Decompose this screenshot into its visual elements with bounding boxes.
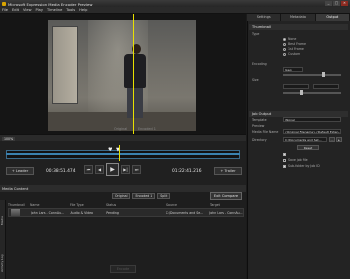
checkbox-icon bbox=[283, 152, 286, 156]
tab-output[interactable]: Output bbox=[315, 14, 350, 21]
radio-icon bbox=[283, 37, 286, 41]
menu-file[interactable]: File bbox=[2, 8, 8, 12]
zoom-dropdown[interactable]: 100% bbox=[2, 136, 16, 141]
minimize-button[interactable]: _ bbox=[325, 1, 332, 6]
exit-compare-button[interactable]: Exit Compare bbox=[210, 192, 242, 200]
radio-first-frame[interactable]: 1st Frame bbox=[283, 47, 304, 51]
label-original: Original bbox=[114, 127, 128, 131]
radio-icon bbox=[283, 42, 286, 46]
compare-right-dropdown[interactable]: Encoded 1 bbox=[132, 193, 156, 199]
menu-help[interactable]: Help bbox=[79, 8, 87, 12]
video-frame[interactable] bbox=[48, 20, 196, 131]
menu-timeline[interactable]: Timeline bbox=[47, 8, 62, 12]
filename-label: Media File Name bbox=[252, 130, 279, 134]
open-folder-icon[interactable]: ▸ bbox=[336, 137, 342, 142]
menu-tools[interactable]: Tools bbox=[66, 8, 75, 12]
media-content-header bbox=[0, 185, 246, 192]
step-back-button[interactable]: ◀ bbox=[95, 165, 104, 174]
window-controls: _ □ ✕ bbox=[325, 1, 348, 6]
preview-label: Preview bbox=[252, 124, 265, 128]
menu-edit[interactable]: Edit bbox=[12, 8, 19, 12]
timeline-panel bbox=[0, 141, 246, 185]
timeline-range bbox=[6, 153, 240, 155]
menu-play[interactable]: Play bbox=[36, 8, 44, 12]
radio-none[interactable]: None bbox=[283, 37, 296, 41]
thumbnail-section-header[interactable]: Thumbnail bbox=[249, 24, 348, 30]
step-forward-button[interactable]: ▶| bbox=[121, 165, 130, 174]
size-label: Size bbox=[252, 78, 259, 82]
play-button[interactable]: ▶ bbox=[106, 163, 119, 176]
playhead[interactable] bbox=[119, 145, 120, 161]
tab-media[interactable]: Media bbox=[0, 210, 6, 230]
app-icon bbox=[2, 1, 6, 6]
skip-start-button[interactable]: ⏮ bbox=[84, 165, 93, 174]
radio-icon bbox=[283, 47, 286, 51]
encode-button[interactable]: Encode bbox=[110, 265, 136, 273]
checkbox-icon bbox=[283, 158, 286, 162]
radio-icon bbox=[283, 52, 286, 56]
size-width-field[interactable] bbox=[283, 84, 309, 89]
size-slider[interactable] bbox=[283, 92, 341, 94]
row-target: John Lars - ConnAu... bbox=[209, 210, 243, 215]
row-source: C:\Documents and Se... bbox=[165, 210, 204, 215]
save-job-checkbox[interactable] bbox=[283, 152, 288, 156]
tab-activity-log[interactable]: Activity Log bbox=[0, 250, 6, 276]
media-content-title: Media Content bbox=[2, 186, 29, 191]
radio-best-frame[interactable]: Best Frame bbox=[283, 42, 306, 46]
encoding-dropdown[interactable]: Jpeg bbox=[283, 67, 303, 72]
row-status: Pending bbox=[106, 210, 119, 215]
title-bar: Microsoft Expression Media Encoder Previ… bbox=[0, 0, 350, 7]
browse-button[interactable]: … bbox=[329, 137, 335, 142]
maximize-button[interactable]: □ bbox=[333, 1, 340, 6]
directory-field[interactable]: C:\Documents and Set... bbox=[283, 137, 327, 142]
window-title: Microsoft Expression Media Encoder Previ… bbox=[8, 1, 93, 7]
add-trailer-button[interactable]: + Trailer bbox=[214, 167, 242, 175]
transport-controls: ⏮ ◀ ▶ ▶| ⏭ bbox=[84, 163, 141, 176]
row-name: John Lars - ConnAu... bbox=[30, 210, 65, 215]
save-job-file-option[interactable]: Save job file bbox=[283, 158, 308, 162]
label-encoded: Encoded 1 bbox=[138, 127, 156, 131]
zoom-bar: 100% bbox=[0, 134, 246, 141]
settings-tabs: Settings Metadata Output bbox=[247, 14, 350, 21]
tab-settings[interactable]: Settings bbox=[247, 14, 282, 21]
checkbox-icon bbox=[283, 164, 286, 168]
door-image bbox=[52, 26, 78, 104]
compare-left-dropdown[interactable]: Original bbox=[112, 193, 131, 199]
compare-split-handle[interactable] bbox=[133, 14, 134, 134]
template-dropdown[interactable]: (None) bbox=[283, 117, 341, 122]
tab-metadata[interactable]: Metadata bbox=[281, 14, 316, 21]
reset-button[interactable]: Reset bbox=[297, 145, 319, 150]
template-label: Template bbox=[252, 118, 267, 122]
size-height-field[interactable] bbox=[313, 84, 339, 89]
add-leader-button[interactable]: + Leader bbox=[6, 167, 34, 175]
filename-field[interactable]: {Original Filename}.{Default Exten... bbox=[283, 129, 341, 134]
close-button[interactable]: ✕ bbox=[341, 1, 348, 6]
encoding-label: Encoding bbox=[252, 62, 267, 66]
subfolder-option[interactable]: Sub-folder by Job ID bbox=[283, 164, 320, 168]
marker-icon[interactable]: ♥ bbox=[108, 147, 112, 153]
person-figure bbox=[124, 54, 146, 88]
duration-timecode: 01:22:41.216 bbox=[172, 169, 202, 174]
skip-end-button[interactable]: ⏭ bbox=[132, 165, 141, 174]
directory-label: Directory bbox=[252, 138, 267, 142]
quality-slider[interactable] bbox=[283, 74, 341, 76]
menu-view[interactable]: View bbox=[23, 8, 32, 12]
quality-slider-knob[interactable] bbox=[322, 72, 325, 77]
current-timecode: 00:38:51.474 bbox=[46, 169, 76, 174]
menu-bar: File Edit View Play Timeline Tools Help bbox=[0, 7, 350, 14]
thumbnail-type-label: Type bbox=[252, 32, 260, 36]
compare-controls: Original Encoded 1 Split bbox=[112, 193, 171, 199]
split-dropdown[interactable]: Split bbox=[157, 193, 171, 199]
table-row[interactable]: John Lars - ConnAu... Audio & Video Pend… bbox=[8, 208, 244, 217]
radio-custom[interactable]: Custom bbox=[283, 52, 300, 56]
row-type: Audio & Video bbox=[70, 210, 94, 215]
media-thumbnail bbox=[11, 209, 20, 216]
media-side-tabs: Media Activity Log bbox=[0, 200, 6, 279]
size-slider-knob[interactable] bbox=[300, 90, 303, 95]
